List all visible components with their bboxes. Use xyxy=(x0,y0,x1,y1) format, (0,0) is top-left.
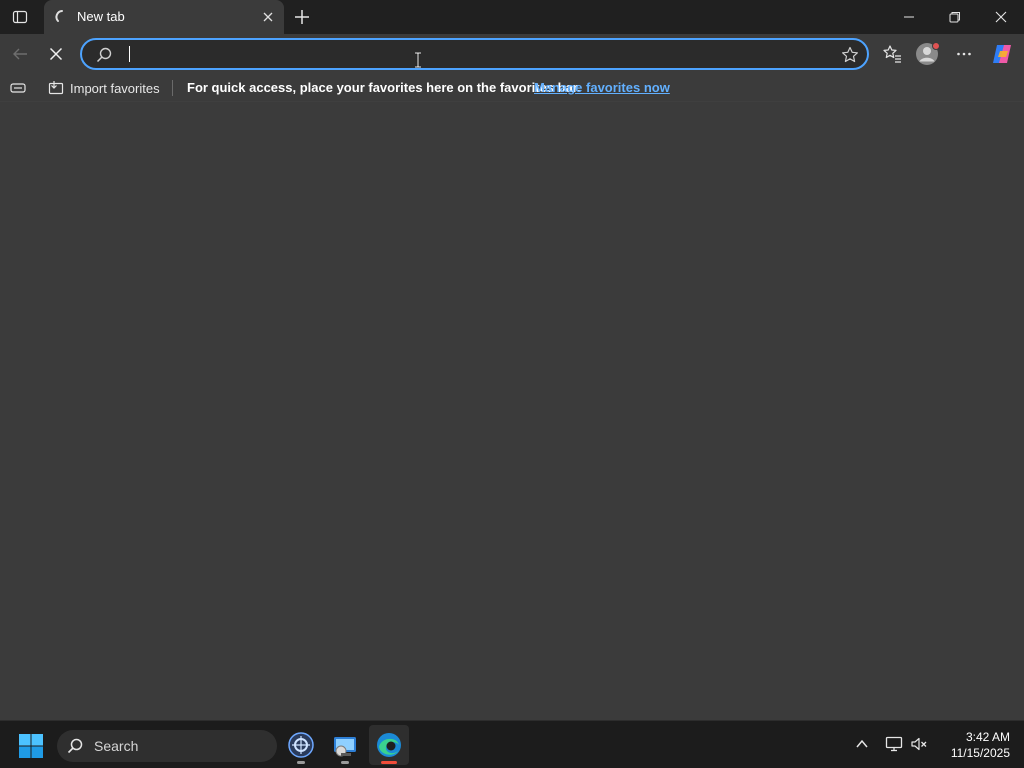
taskbar-search-label: Search xyxy=(94,738,139,754)
taskbar-app-2[interactable] xyxy=(325,725,365,765)
tab-new-tab[interactable]: New tab xyxy=(44,0,284,34)
tab-actions-button[interactable] xyxy=(0,0,40,34)
profile-button[interactable] xyxy=(912,38,944,70)
profile-icon xyxy=(916,42,940,65)
minimize-button[interactable] xyxy=(886,0,932,34)
page-content xyxy=(0,52,1024,720)
text-caret xyxy=(129,46,130,62)
stop-loading-icon xyxy=(49,47,63,61)
back-button[interactable] xyxy=(4,38,36,70)
favorites-bar-icon[interactable] xyxy=(10,80,26,96)
stop-loading-button[interactable] xyxy=(40,38,72,70)
volume-muted-icon xyxy=(911,737,927,751)
search-icon xyxy=(96,47,112,63)
browser-toolbar xyxy=(0,34,1024,74)
favorites-icon xyxy=(883,45,901,63)
favorites-bar: Import favorites For quick access, place… xyxy=(0,74,1024,102)
restore-icon xyxy=(949,12,960,23)
loading-spinner-icon xyxy=(55,10,63,22)
taskbar-edge[interactable] xyxy=(369,725,409,765)
more-icon xyxy=(957,52,971,56)
favorites-bar-divider xyxy=(172,80,173,96)
favorites-bar-message: For quick access, place your favorites h… xyxy=(187,80,581,95)
windows-start-icon[interactable] xyxy=(18,733,44,759)
favorites-button[interactable] xyxy=(876,38,908,70)
system-clock[interactable]: 3:42 AM 11/15/2025 xyxy=(938,729,1010,761)
show-hidden-icons-icon xyxy=(856,739,868,748)
copilot-button[interactable] xyxy=(986,38,1018,70)
back-icon xyxy=(13,48,27,60)
network-button[interactable] xyxy=(883,733,905,755)
import-favorites-button[interactable]: Import favorites xyxy=(48,77,160,99)
manage-favorites-link[interactable]: Manage favorites now xyxy=(534,80,670,95)
title-bar: New tab xyxy=(0,0,1024,34)
close-tab-icon[interactable] xyxy=(260,9,276,25)
new-tab-icon xyxy=(295,10,309,24)
taskbar: Search 3:42 AM 11/15/2025 xyxy=(0,720,1024,768)
taskbar-app-1[interactable] xyxy=(281,725,321,765)
taskbar-search[interactable]: Search xyxy=(57,730,277,762)
more-button[interactable] xyxy=(948,38,980,70)
import-favorites-icon xyxy=(48,81,64,95)
favorite-star-icon[interactable] xyxy=(841,46,859,64)
app-icon xyxy=(334,737,356,757)
running-indicator xyxy=(297,761,305,764)
text-cursor-icon xyxy=(415,52,421,68)
restore-button[interactable] xyxy=(932,0,978,34)
address-input[interactable] xyxy=(126,43,826,65)
edge-icon xyxy=(377,733,401,757)
minimize-icon xyxy=(904,16,914,18)
close-window-button[interactable] xyxy=(978,0,1024,34)
clock-date: 11/15/2025 xyxy=(950,746,1010,760)
tab-actions-icon xyxy=(12,10,28,24)
close-window-icon xyxy=(995,11,1007,23)
import-favorites-label: Import favorites xyxy=(70,80,160,96)
show-hidden-icons-button[interactable] xyxy=(851,733,873,755)
network-icon xyxy=(885,736,903,752)
new-tab-button[interactable] xyxy=(290,5,314,29)
running-indicator xyxy=(341,761,349,764)
app-icon xyxy=(288,732,314,758)
address-bar[interactable] xyxy=(80,38,869,70)
clock-time: 3:42 AM xyxy=(965,730,1010,744)
volume-button[interactable] xyxy=(908,733,930,755)
copilot-icon xyxy=(993,45,1011,63)
running-indicator xyxy=(381,761,397,764)
tab-title: New tab xyxy=(77,9,125,24)
taskbar-search-icon xyxy=(67,738,83,754)
